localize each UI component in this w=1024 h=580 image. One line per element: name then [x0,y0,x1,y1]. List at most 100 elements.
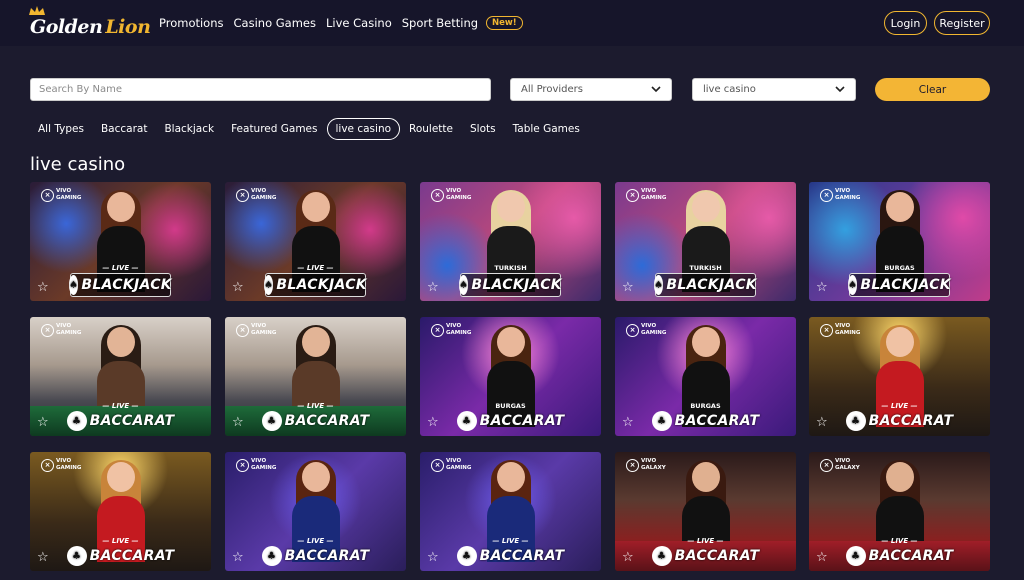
favorite-star-icon[interactable]: ☆ [232,415,244,430]
game-card[interactable]: × VIVO GAMING BURGAS ♣ BACCARAT ☆ [615,317,796,436]
favorite-star-icon[interactable]: ☆ [232,550,244,565]
vivo-logo-icon: × [431,458,444,472]
game-title-logo: ♣ BACCARAT [420,546,601,566]
category-select[interactable]: live casino [692,78,856,101]
nav-live-casino[interactable]: Live Casino [326,16,392,30]
top-navigation-bar: Golden Lion Promotions Casino Games Live… [0,0,1024,46]
tab-table-games[interactable]: Table Games [505,119,588,139]
register-button[interactable]: Register [934,11,990,35]
vivo-logo-icon: × [820,188,833,202]
chip-icon: ♣ [456,411,477,431]
dealer-head [496,462,525,492]
vivo-logo-icon: × [41,188,54,202]
favorite-star-icon[interactable]: ☆ [816,415,828,430]
nav-promotions[interactable]: Promotions [159,16,224,30]
golden-lion-logo[interactable]: Golden Lion [29,6,151,38]
cards-icon: ♠ [654,275,664,295]
provider-name: VIVO GAMING [56,188,82,201]
game-title: BLACKJACK [666,277,757,293]
game-card[interactable]: × VIVO GAMING — LIVE — ♣ BACCARAT ☆ [30,317,211,436]
game-title: BLACKJACK [471,277,562,293]
game-card[interactable]: × VIVO GAMING BURGAS ♣ BACCARAT ☆ [420,317,601,436]
section-title: live casino [30,154,126,175]
tab-live-casino[interactable]: live casino [326,118,401,140]
game-title-logo: ♣ BACCARAT [615,411,796,431]
game-title: BACCARAT [479,413,565,429]
provider-logo: × VIVO GAMING [236,458,285,472]
provider-name: VIVO GAMING [56,458,82,471]
game-title: BACCARAT [674,413,760,429]
live-label: — LIVE — [297,264,334,272]
search-input[interactable]: Search By Name [30,78,491,101]
game-type-tabs: All Types Baccarat Blackjack Featured Ga… [30,118,589,140]
favorite-star-icon[interactable]: ☆ [622,415,634,430]
favorite-star-icon[interactable]: ☆ [427,550,439,565]
dealer-head [691,192,720,222]
variant-label: TURKISH [494,264,527,272]
favorite-star-icon[interactable]: ☆ [232,280,244,295]
favorite-star-icon[interactable]: ☆ [622,280,634,295]
tab-baccarat[interactable]: Baccarat [93,119,156,139]
dealer-head [691,462,720,492]
favorite-star-icon[interactable]: ☆ [427,280,439,295]
game-title-logo: ♠ BLACKJACK [459,273,562,297]
login-button[interactable]: Login [884,11,927,35]
provider-select[interactable]: All Providers [510,78,672,101]
vivo-logo-icon: × [820,323,833,337]
vivo-logo-icon: × [236,188,249,202]
favorite-star-icon[interactable]: ☆ [816,280,828,295]
game-title: BACCARAT [674,548,760,564]
game-card[interactable]: × VIVO GALAXY — LIVE — ♣ BACCARAT ☆ [809,452,990,571]
game-card[interactable]: × VIVO GAMING — LIVE — ♣ BACCARAT ☆ [225,317,406,436]
provider-name: VIVO GAMING [251,323,277,336]
favorite-star-icon[interactable]: ☆ [622,550,634,565]
vivo-logo-icon: × [236,323,249,337]
provider-logo: × VIVO GAMING [431,458,480,472]
nav-casino-games[interactable]: Casino Games [234,16,316,30]
favorite-star-icon[interactable]: ☆ [427,415,439,430]
game-title: BLACKJACK [81,277,172,293]
game-title: BACCARAT [89,413,175,429]
game-card[interactable]: × VIVO GAMING — LIVE — ♠ BLACKJACK ☆ [30,182,211,301]
game-card[interactable]: × VIVO GAMING TURKISH ♠ BLACKJACK ☆ [420,182,601,301]
game-card[interactable]: × VIVO GAMING — LIVE — ♠ BLACKJACK ☆ [225,182,406,301]
tab-slots[interactable]: Slots [462,119,504,139]
provider-name: VIVO GAMING [251,188,277,201]
provider-name: VIVO GALAXY [835,458,860,471]
game-title: BACCARAT [868,413,954,429]
game-card[interactable]: × VIVO GAMING — LIVE — ♣ BACCARAT ☆ [420,452,601,571]
tab-blackjack[interactable]: Blackjack [156,119,222,139]
game-card[interactable]: × VIVO GAMING — LIVE — ♣ BACCARAT ☆ [809,317,990,436]
game-card[interactable]: × VIVO GAMING BURGAS ♠ BLACKJACK ☆ [809,182,990,301]
game-card[interactable]: × VIVO GAMING — LIVE — ♣ BACCARAT ☆ [30,452,211,571]
provider-logo: × VIVO GALAXY [626,458,675,472]
provider-logo: × VIVO GAMING [431,323,480,337]
provider-name: VIVO GAMING [251,458,277,471]
new-badge: New! [486,16,523,30]
cards-icon: ♠ [264,275,274,295]
tab-all-types[interactable]: All Types [30,119,92,139]
live-label: — LIVE — [881,537,918,545]
favorite-star-icon[interactable]: ☆ [37,280,49,295]
game-card[interactable]: × VIVO GAMING TURKISH ♠ BLACKJACK ☆ [615,182,796,301]
game-card[interactable]: × VIVO GALAXY — LIVE — ♣ BACCARAT ☆ [615,452,796,571]
game-title: BLACKJACK [276,277,367,293]
favorite-star-icon[interactable]: ☆ [37,550,49,565]
provider-name: VIVO GAMING [641,188,667,201]
tab-roulette[interactable]: Roulette [401,119,461,139]
favorite-star-icon[interactable]: ☆ [816,550,828,565]
provider-logo: × VIVO GAMING [820,323,869,337]
provider-logo: × VIVO GAMING [236,323,285,337]
favorite-star-icon[interactable]: ☆ [37,415,49,430]
live-label: — LIVE — [492,537,529,545]
game-card[interactable]: × VIVO GAMING — LIVE — ♣ BACCARAT ☆ [225,452,406,571]
dealer-head [885,192,914,222]
tab-featured-games[interactable]: Featured Games [223,119,325,139]
clear-button[interactable]: Clear [875,78,990,101]
game-title: BACCARAT [479,548,565,564]
provider-logo: × VIVO GAMING [41,323,90,337]
dealer-head [106,327,135,357]
vivo-logo-icon: × [431,188,444,202]
chip-icon: ♣ [845,411,866,431]
nav-sport-betting[interactable]: Sport Betting [402,16,478,30]
